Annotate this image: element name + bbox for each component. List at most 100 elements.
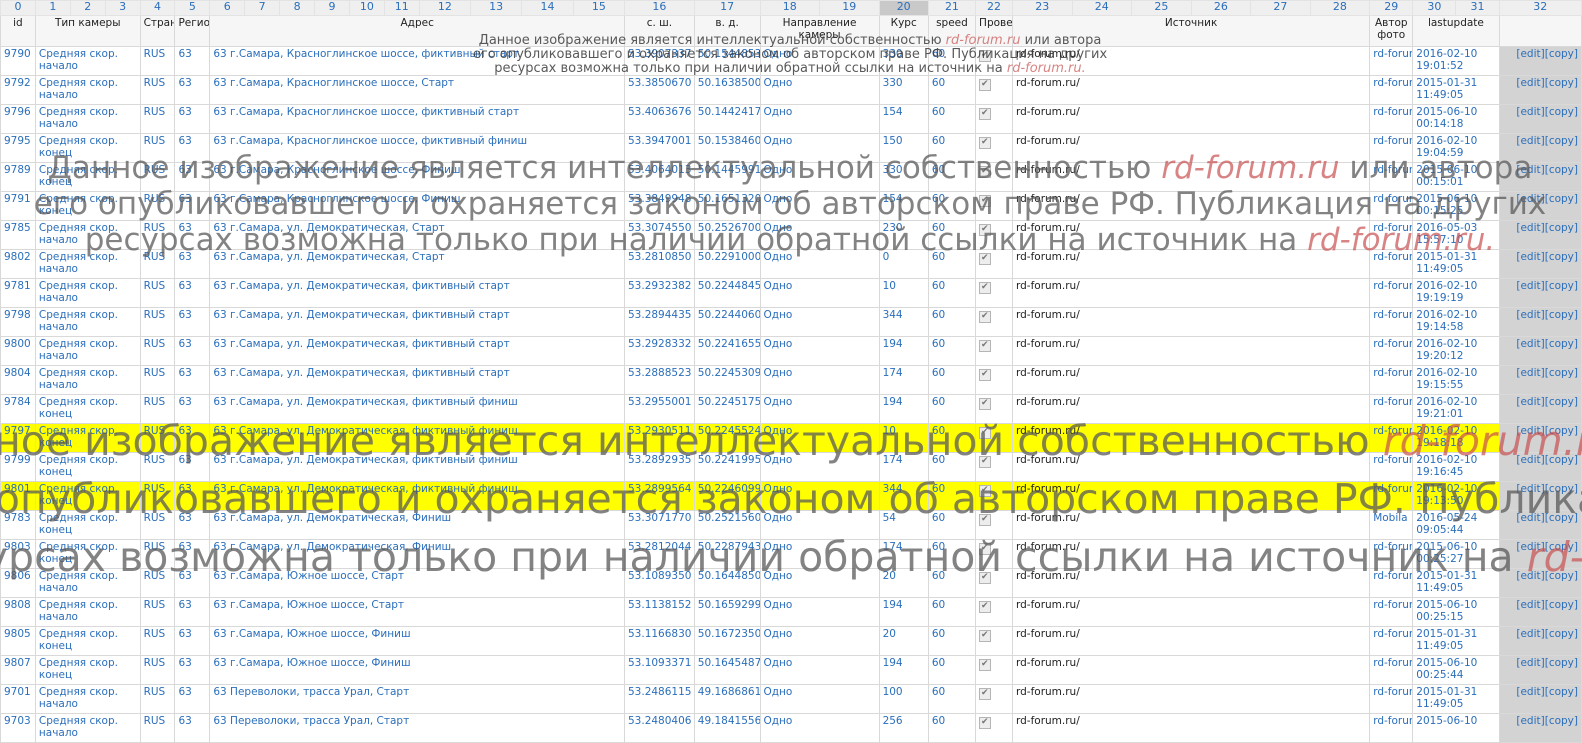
cell-lastupdate[interactable]: 2015-01-31 11:49:05 bbox=[1412, 249, 1500, 279]
cell-address[interactable]: 63 Переволоки, трасса Урал, Старт bbox=[209, 684, 625, 714]
cell-lat[interactable]: 53.3947001 bbox=[624, 133, 695, 163]
cell-direction[interactable]: Одно bbox=[759, 365, 880, 395]
checkbox-checked-icon[interactable] bbox=[979, 542, 992, 555]
cell-lastupdate[interactable]: 2016-02-10 19:21:01 bbox=[1412, 394, 1500, 424]
cell-author[interactable]: rd-forum.ru/ bbox=[1369, 336, 1414, 366]
column-sort-29[interactable]: 29 bbox=[1369, 0, 1414, 16]
cell-type[interactable]: Средняя скор. начало bbox=[34, 684, 141, 714]
column-sort-23[interactable]: 23 bbox=[1012, 0, 1073, 16]
cell-speed[interactable]: 60 bbox=[927, 394, 977, 424]
cell-edit-copy[interactable]: [edit][copy] bbox=[1498, 568, 1582, 598]
cell-id[interactable]: 9807 bbox=[0, 655, 36, 685]
cell-direction[interactable]: Одно bbox=[759, 568, 880, 598]
cell-region[interactable]: 63 bbox=[174, 162, 211, 192]
checkbox-checked-icon[interactable] bbox=[979, 571, 992, 584]
cell-edit-copy[interactable]: [edit][copy] bbox=[1498, 452, 1582, 482]
cell-edit-copy[interactable]: [edit][copy] bbox=[1498, 104, 1582, 134]
cell-region[interactable]: 63 bbox=[174, 539, 211, 569]
table-row[interactable]: 9800 Средняя скор. начало RUS 63 63 г.Самара… bbox=[0, 336, 1582, 366]
cell-course[interactable]: 54 bbox=[878, 510, 929, 540]
cell-id[interactable]: 9781 bbox=[0, 278, 36, 308]
checkbox-checked-icon[interactable] bbox=[979, 687, 992, 700]
cell-edit-copy[interactable]: [edit][copy] bbox=[1498, 307, 1582, 337]
cell-lon[interactable]: 50.1645487 bbox=[693, 655, 761, 685]
cell-lat[interactable]: 53.4064013 bbox=[624, 162, 695, 192]
column-sort-15[interactable]: 15 bbox=[572, 0, 626, 16]
cell-speed[interactable]: 60 bbox=[927, 597, 977, 627]
cell-id[interactable]: 9784 bbox=[0, 394, 36, 424]
cell-lat[interactable]: 53.3074550 bbox=[624, 220, 695, 250]
cell-direction[interactable]: Одно bbox=[759, 539, 880, 569]
cell-lon[interactable]: 50.2245309 bbox=[693, 365, 761, 395]
cell-author[interactable]: rd-forum.ru/ bbox=[1369, 539, 1414, 569]
column-sort-11[interactable]: 11 bbox=[383, 0, 420, 16]
column-sort-28[interactable]: 28 bbox=[1309, 0, 1371, 16]
column-sort-8[interactable]: 8 bbox=[279, 0, 316, 16]
cell-course[interactable]: 174 bbox=[878, 539, 929, 569]
cell-region[interactable]: 63 bbox=[174, 394, 211, 424]
cell-lat[interactable]: 53.2486115 bbox=[624, 684, 695, 714]
cell-id[interactable]: 9804 bbox=[0, 365, 36, 395]
cell-lon[interactable]: 50.2526700 bbox=[693, 220, 761, 250]
cell-author[interactable]: rd-forum.ru/ bbox=[1369, 481, 1414, 511]
cell-lon[interactable]: 50.1651320 bbox=[693, 191, 761, 221]
cell-region[interactable]: 63 bbox=[174, 655, 211, 685]
column-sort-18[interactable]: 18 bbox=[759, 0, 821, 16]
cell-author[interactable]: Mobila bbox=[1369, 510, 1414, 540]
table-row[interactable]: 9791 Средняя скор. конец RUS 63 63 г.Самара,… bbox=[0, 191, 1582, 221]
table-row[interactable]: 9703 Средняя скор. начало RUS 63 63 Переволо… bbox=[0, 713, 1582, 743]
cell-course[interactable]: 10 bbox=[878, 423, 929, 453]
cell-country[interactable]: RUS bbox=[139, 220, 176, 250]
cell-type[interactable]: Средняя скор. конец bbox=[34, 452, 141, 482]
cell-author[interactable]: rd-forum.ru/ bbox=[1369, 46, 1414, 76]
cell-edit-copy[interactable]: [edit][copy] bbox=[1498, 46, 1582, 76]
cell-lon[interactable]: 50.2241655 bbox=[693, 336, 761, 366]
cell-lat[interactable]: 53.2932382 bbox=[624, 278, 695, 308]
cell-type[interactable]: Средняя скор. начало bbox=[34, 568, 141, 598]
cell-address[interactable]: 63 Переволоки, трасса Урал, Старт bbox=[209, 713, 625, 743]
cell-course[interactable]: 330 bbox=[878, 75, 929, 105]
cell-id[interactable]: 9791 bbox=[0, 191, 36, 221]
cell-region[interactable]: 63 bbox=[174, 626, 211, 656]
cell-country[interactable]: RUS bbox=[139, 75, 176, 105]
cell-speed[interactable]: 60 bbox=[927, 336, 977, 366]
cell-lastupdate[interactable]: 2015-06-10 00:15:25 bbox=[1412, 191, 1500, 221]
cell-speed[interactable]: 60 bbox=[927, 655, 977, 685]
cell-country[interactable]: RUS bbox=[139, 191, 176, 221]
cell-id[interactable]: 9797 bbox=[0, 423, 36, 453]
cell-author[interactable]: rd-forum.ru/ bbox=[1369, 249, 1414, 279]
cell-id[interactable]: 9808 bbox=[0, 597, 36, 627]
cell-author[interactable]: rd-forum.ru/ bbox=[1369, 307, 1414, 337]
cell-lon[interactable]: 50.2245524 bbox=[693, 423, 761, 453]
cell-lat[interactable]: 53.2812044 bbox=[624, 539, 695, 569]
cell-id[interactable]: 9805 bbox=[0, 626, 36, 656]
cell-author[interactable]: rd-forum.ru/ bbox=[1369, 452, 1414, 482]
cell-edit-copy[interactable]: [edit][copy] bbox=[1498, 684, 1582, 714]
cell-course[interactable]: 150 bbox=[878, 133, 929, 163]
cell-id[interactable]: 9800 bbox=[0, 336, 36, 366]
cell-lastupdate[interactable]: 2016-02-10 19:13:50 bbox=[1412, 481, 1500, 511]
cell-region[interactable]: 63 bbox=[174, 597, 211, 627]
cell-region[interactable]: 63 bbox=[174, 133, 211, 163]
cell-lat[interactable]: 53.3907337 bbox=[624, 46, 695, 76]
cell-direction[interactable]: Одно bbox=[759, 133, 880, 163]
cell-direction[interactable]: Одно bbox=[759, 510, 880, 540]
cell-lon[interactable]: 50.1638500 bbox=[693, 75, 761, 105]
cell-lastupdate[interactable]: 2015-01-31 11:49:05 bbox=[1412, 568, 1500, 598]
column-sort-4[interactable]: 4 bbox=[139, 0, 176, 16]
table-row[interactable]: 9796 Средняя скор. начало RUS 63 63 г.Самара… bbox=[0, 104, 1582, 134]
cell-address[interactable]: 63 г.Самара, Южное шоссе, Старт bbox=[209, 597, 625, 627]
cell-speed[interactable]: 60 bbox=[927, 278, 977, 308]
cell-id[interactable]: 9701 bbox=[0, 684, 36, 714]
cell-speed[interactable]: 60 bbox=[927, 104, 977, 134]
cell-direction[interactable]: Одно bbox=[759, 423, 880, 453]
cell-speed[interactable]: 60 bbox=[927, 46, 977, 76]
checkbox-checked-icon[interactable] bbox=[979, 716, 992, 729]
cell-country[interactable]: RUS bbox=[139, 46, 176, 76]
column-sort-6[interactable]: 6 bbox=[209, 0, 246, 16]
cell-country[interactable]: RUS bbox=[139, 481, 176, 511]
checkbox-checked-icon[interactable] bbox=[979, 252, 992, 265]
cell-course[interactable]: 230 bbox=[878, 220, 929, 250]
cell-edit-copy[interactable]: [edit][copy] bbox=[1498, 75, 1582, 105]
column-sort-20[interactable]: 20 bbox=[878, 0, 929, 16]
